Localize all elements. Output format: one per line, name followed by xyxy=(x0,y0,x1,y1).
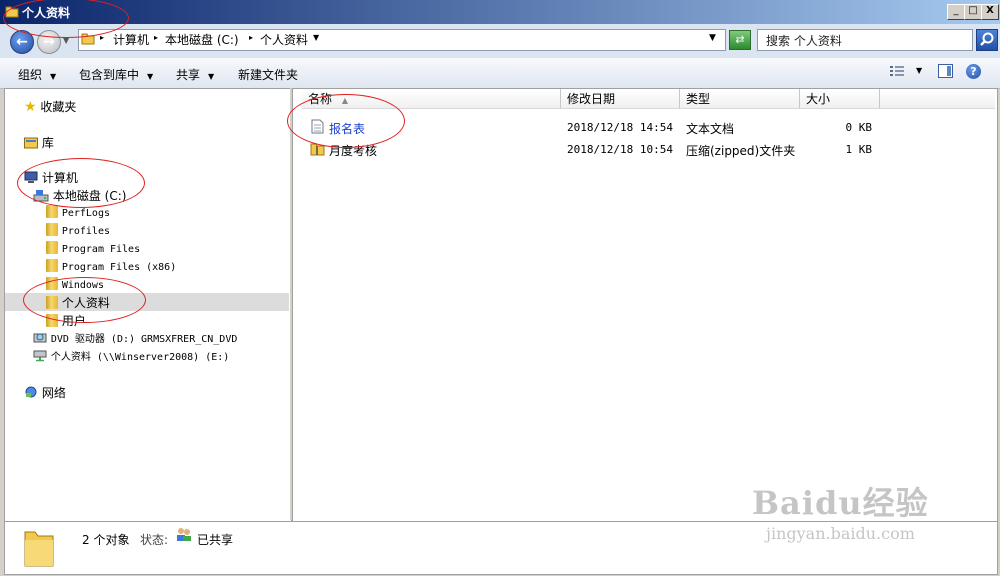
nav-favorites-label: 收藏夹 xyxy=(40,100,77,114)
nav-item-libraries[interactable]: 库 xyxy=(24,134,54,151)
chevron-down-icon: ▼ xyxy=(147,72,154,81)
preview-pane-icon xyxy=(938,64,953,78)
watermark: Baidu经验 jingyan.baidu.com xyxy=(752,478,929,543)
watermark-brand: Baidu经验 xyxy=(752,484,929,522)
status-item-count: 2 个对象 xyxy=(82,533,130,547)
search-button[interactable] xyxy=(976,29,998,51)
nav-folder-program-files[interactable]: Program Files xyxy=(46,241,140,255)
include-in-library-label: 包含到库中 xyxy=(79,68,140,82)
status-state-label: 状态: xyxy=(140,533,169,547)
file-size: 0 KB xyxy=(845,121,873,134)
preview-pane-button[interactable] xyxy=(938,64,953,78)
file-row[interactable]: 月度考核 2018/12/18 10:54 压缩(zipped)文件夹 1 KB xyxy=(302,140,992,158)
file-modified: 2018/12/18 14:54 xyxy=(567,121,673,134)
folder-icon xyxy=(46,223,58,236)
share-label: 共享 xyxy=(176,68,201,82)
organize-menu[interactable]: 组织 ▼ xyxy=(18,66,56,83)
dvd-drive-icon xyxy=(33,333,47,343)
close-button[interactable]: X xyxy=(981,4,999,20)
search-icon xyxy=(980,32,994,46)
watermark-url: jingyan.baidu.com xyxy=(766,524,915,543)
refresh-button[interactable]: ⇄ xyxy=(729,30,751,50)
include-in-library-menu[interactable]: 包含到库中 ▼ xyxy=(79,66,153,83)
folder-label: PerfLogs xyxy=(61,208,110,219)
address-dropdown-icon[interactable]: ▼ xyxy=(709,33,716,43)
breadcrumb-computer[interactable]: 计算机 xyxy=(113,31,149,48)
folder-icon xyxy=(46,259,58,272)
help-button[interactable]: ? xyxy=(966,64,981,79)
status-state-value: 已共享 xyxy=(197,533,234,547)
folder-large-icon xyxy=(24,531,54,567)
share-menu[interactable]: 共享 ▼ xyxy=(176,66,214,83)
nav-folder-program-files-x86[interactable]: Program Files (x86) xyxy=(46,259,176,273)
file-row[interactable]: 报名表 2018/12/18 14:54 文本文档 0 KB xyxy=(302,118,992,136)
nav-network-label: 网络 xyxy=(41,386,66,400)
nav-network-share-label: 个人资料 (\\Winserver2008) (E:) xyxy=(50,352,230,363)
annotation-oval xyxy=(17,158,145,208)
library-icon xyxy=(24,137,38,149)
help-icon: ? xyxy=(970,65,977,78)
nav-folder-profiles[interactable]: Profiles xyxy=(46,223,110,237)
file-modified: 2018/12/18 10:54 xyxy=(567,143,673,156)
minimize-button[interactable]: _ xyxy=(947,4,965,20)
maximize-button[interactable]: □ xyxy=(964,4,982,20)
file-size: 1 KB xyxy=(845,143,873,156)
nav-libraries-label: 库 xyxy=(41,136,54,150)
refresh-icon: ⇄ xyxy=(735,33,745,46)
breadcrumb-local-disk[interactable]: 本地磁盘 (C:) xyxy=(165,31,239,48)
organize-label: 组织 xyxy=(18,68,43,82)
nav-item-dvd-drive[interactable]: DVD 驱动器 (D:) GRMSXFRER_CN_DVD xyxy=(33,330,237,345)
folder-label: Program Files xyxy=(61,244,141,255)
breadcrumb-current[interactable]: 个人资料 xyxy=(260,31,308,48)
network-icon xyxy=(25,386,37,398)
search-placeholder: 搜索 个人资料 xyxy=(766,34,842,48)
folder-label: Profiles xyxy=(61,226,110,237)
column-header-modified[interactable]: 修改日期 xyxy=(561,89,680,109)
nav-item-network[interactable]: 网络 xyxy=(24,384,66,401)
new-folder-button[interactable]: 新建文件夹 xyxy=(238,66,298,83)
chevron-down-icon: ▼ xyxy=(50,72,57,81)
nav-item-favorites[interactable]: ★ 收藏夹 xyxy=(24,98,76,115)
view-dropdown-icon[interactable]: ▼ xyxy=(916,66,922,75)
nav-dvd-label: DVD 驱动器 (D:) GRMSXFRER_CN_DVD xyxy=(50,334,238,345)
view-options-button[interactable] xyxy=(890,65,904,77)
nav-item-network-drive[interactable]: 个人资料 (\\Winserver2008) (E:) xyxy=(33,348,229,363)
file-type: 文本文档 xyxy=(686,122,735,136)
chevron-right-icon[interactable]: ▸ xyxy=(249,33,253,42)
column-header-empty xyxy=(880,89,995,109)
folder-icon xyxy=(46,241,58,254)
network-drive-icon xyxy=(33,350,47,362)
view-list-icon xyxy=(890,66,904,76)
chevron-down-icon: ▼ xyxy=(208,72,215,81)
annotation-oval xyxy=(23,277,146,323)
title-bar[interactable] xyxy=(0,0,1000,24)
folder-label: Program Files (x86) xyxy=(61,262,177,273)
shared-users-icon xyxy=(177,528,191,541)
chevron-right-icon[interactable]: ▸ xyxy=(154,33,158,42)
file-type: 压缩(zipped)文件夹 xyxy=(686,144,796,158)
column-header-type[interactable]: 类型 xyxy=(680,89,800,109)
folder-icon xyxy=(46,205,58,218)
annotation-oval xyxy=(287,94,405,148)
star-icon: ★ xyxy=(24,99,37,115)
column-header-size[interactable]: 大小 xyxy=(800,89,880,109)
chevron-down-icon[interactable]: ▼ xyxy=(313,33,319,42)
